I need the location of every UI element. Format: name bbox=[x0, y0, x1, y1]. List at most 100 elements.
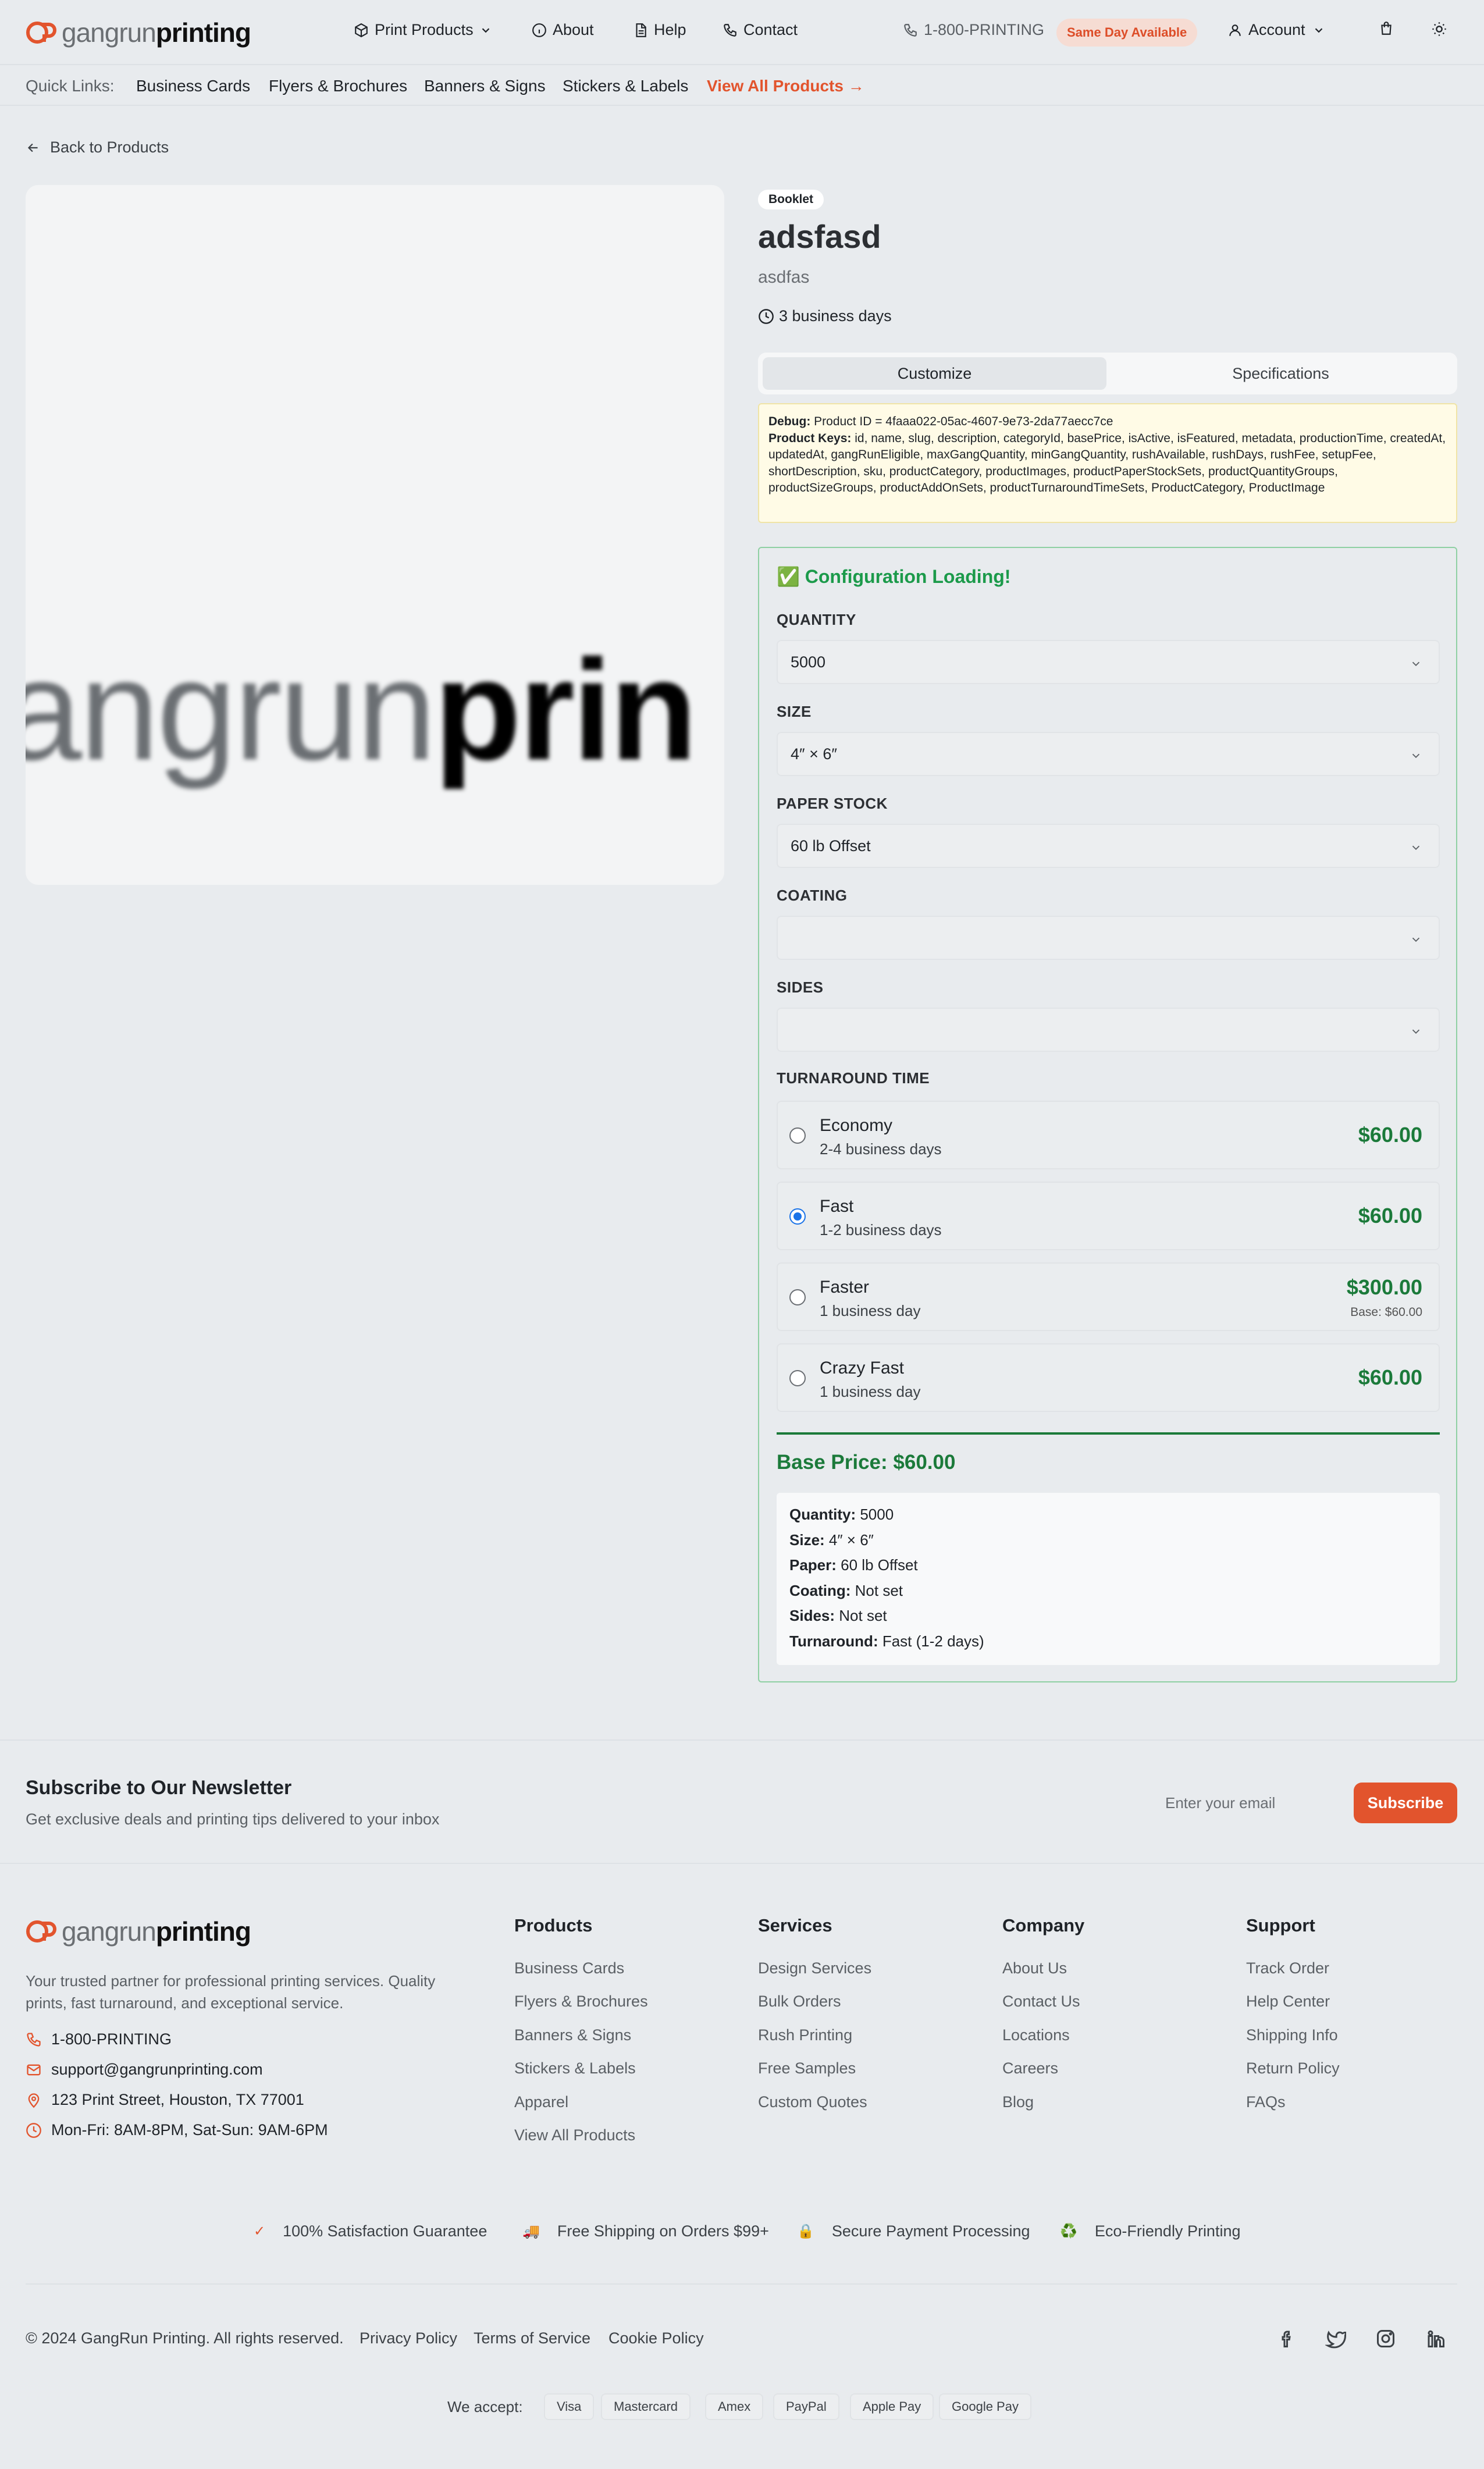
product-tabs: Customize Specifications bbox=[758, 353, 1457, 394]
footer-link[interactable]: Help Center bbox=[1246, 1993, 1330, 2011]
quantity-value: 5000 bbox=[791, 653, 826, 671]
linkedin-icon[interactable] bbox=[1425, 2328, 1446, 2349]
sides-label: SIDES bbox=[777, 979, 824, 996]
newsletter-email-input[interactable] bbox=[1155, 1783, 1348, 1823]
size-select[interactable]: 4″ × 6″ bbox=[777, 732, 1440, 776]
footer-link[interactable]: Rush Printing bbox=[758, 2026, 852, 2044]
footer-link[interactable]: Careers bbox=[1002, 2059, 1058, 2077]
footer-link[interactable]: Apparel bbox=[514, 2093, 568, 2111]
twitter-icon[interactable] bbox=[1325, 2328, 1346, 2349]
sun-icon bbox=[1432, 22, 1446, 36]
production-time-label: 3 business days bbox=[779, 307, 892, 325]
footer-link[interactable]: Free Samples bbox=[758, 2059, 856, 2077]
quantity-label: QUANTITY bbox=[777, 611, 856, 628]
footer-link[interactable]: Bulk Orders bbox=[758, 1993, 841, 2011]
footer-link[interactable]: Custom Quotes bbox=[758, 2093, 867, 2111]
turnaround-option-fast[interactable]: Fast 1-2 business days $60.00 bbox=[777, 1182, 1440, 1250]
instagram-icon[interactable] bbox=[1375, 2328, 1396, 2349]
footer-link[interactable]: View All Products bbox=[514, 2126, 635, 2144]
cart-button[interactable] bbox=[1379, 21, 1400, 36]
header-phone[interactable]: 1-800-PRINTING bbox=[903, 21, 1044, 39]
coating-select[interactable] bbox=[777, 916, 1440, 960]
option-price: $300.00 bbox=[1346, 1275, 1422, 1299]
logo-text-light: gangrun bbox=[62, 1916, 156, 1947]
footer-address: 123 Print Street, Houston, TX 77001 bbox=[26, 2091, 304, 2109]
radio-button-selected[interactable] bbox=[789, 1208, 806, 1225]
debug-product-id: Product ID = 4faaa022-05ac-4607-9e73-2da… bbox=[814, 415, 1113, 428]
footer-link[interactable]: Contact Us bbox=[1002, 1993, 1080, 2011]
chevron-down-icon bbox=[1315, 27, 1322, 33]
account-menu[interactable]: Account bbox=[1227, 21, 1331, 39]
theme-toggle[interactable] bbox=[1431, 21, 1453, 37]
quick-link[interactable]: Flyers & Brochures bbox=[269, 77, 407, 95]
quick-link[interactable]: Stickers & Labels bbox=[563, 77, 688, 95]
quick-link[interactable]: Business Cards bbox=[136, 77, 250, 95]
facebook-icon[interactable] bbox=[1276, 2328, 1297, 2349]
footer-link[interactable]: Stickers & Labels bbox=[514, 2059, 636, 2077]
turnaround-option-faster[interactable]: Faster 1 business day $300.00 Base: $60.… bbox=[777, 1262, 1440, 1331]
footer-link[interactable]: Business Cards bbox=[514, 1959, 624, 1977]
option-price: $60.00 bbox=[1358, 1123, 1422, 1147]
back-link-label: Back to Products bbox=[50, 138, 169, 156]
turnaround-option-economy[interactable]: Economy 2-4 business days $60.00 bbox=[777, 1101, 1440, 1169]
product-image-logo-text: angrunprin bbox=[26, 630, 697, 790]
turnaround-option-crazy-fast[interactable]: Crazy Fast 1 business day $60.00 bbox=[777, 1343, 1440, 1412]
nav-help[interactable]: Help bbox=[633, 21, 686, 39]
same-day-badge: Same Day Available bbox=[1056, 19, 1198, 47]
footer-email[interactable]: support@gangrunprinting.com bbox=[26, 2061, 263, 2079]
terms-of-service-link[interactable]: Terms of Service bbox=[474, 2329, 590, 2347]
radio-button[interactable] bbox=[789, 1127, 806, 1144]
logo-mark-icon bbox=[26, 1920, 56, 1943]
nav-print-products[interactable]: Print Products bbox=[354, 21, 498, 39]
footer-link[interactable]: Shipping Info bbox=[1246, 2026, 1338, 2044]
cookie-policy-link[interactable]: Cookie Policy bbox=[608, 2329, 704, 2347]
phone-icon bbox=[27, 2032, 41, 2047]
chevron-down-icon bbox=[1412, 661, 1420, 667]
payment-badge: Google Pay bbox=[939, 2393, 1031, 2420]
footer-logo[interactable]: gangrunprinting bbox=[26, 1917, 251, 1945]
footer-link[interactable]: Track Order bbox=[1246, 1959, 1329, 1977]
radio-button[interactable] bbox=[789, 1370, 806, 1386]
chevron-down-icon bbox=[1412, 845, 1420, 851]
footer-link[interactable]: About Us bbox=[1002, 1959, 1067, 1977]
footer-link[interactable]: Flyers & Brochures bbox=[514, 1993, 648, 2011]
footer-link[interactable]: Banners & Signs bbox=[514, 2026, 631, 2044]
summary-row: Turnaround: Fast (1-2 days) bbox=[789, 1632, 984, 1650]
chevron-down-icon bbox=[482, 27, 489, 33]
footer-link[interactable]: Locations bbox=[1002, 2026, 1070, 2044]
privacy-policy-link[interactable]: Privacy Policy bbox=[360, 2329, 457, 2347]
tab-specifications[interactable]: Specifications bbox=[1109, 357, 1453, 390]
nav-about-label: About bbox=[553, 21, 594, 38]
quantity-select[interactable]: 5000 bbox=[777, 640, 1440, 684]
footer-divider bbox=[26, 2283, 1457, 2285]
box-icon bbox=[355, 23, 368, 37]
phone-icon bbox=[904, 23, 917, 37]
tab-customize[interactable]: Customize bbox=[763, 357, 1106, 390]
summary-row: Coating: Not set bbox=[789, 1581, 903, 1599]
quick-link[interactable]: Banners & Signs bbox=[424, 77, 546, 95]
sides-select[interactable] bbox=[777, 1008, 1440, 1052]
option-price: $60.00 bbox=[1358, 1365, 1422, 1389]
logo-mark-icon bbox=[26, 22, 56, 44]
option-name: Economy bbox=[820, 1116, 893, 1135]
nav-contact[interactable]: Contact bbox=[723, 21, 798, 39]
footer-description: Your trusted partner for professional pr… bbox=[26, 1972, 436, 2012]
footer-phone[interactable]: 1-800-PRINTING bbox=[26, 2030, 172, 2048]
footer-link[interactable]: Blog bbox=[1002, 2093, 1034, 2111]
footer-link[interactable]: FAQs bbox=[1246, 2093, 1286, 2111]
arrow-left-icon bbox=[27, 143, 38, 152]
footer-link[interactable]: Design Services bbox=[758, 1959, 871, 1977]
site-logo[interactable]: gangrunprinting bbox=[26, 19, 251, 47]
category-badge: Booklet bbox=[758, 190, 824, 209]
quick-link-view-all[interactable]: View All Products → bbox=[707, 77, 864, 95]
nav-about[interactable]: About bbox=[532, 21, 594, 39]
summary-row: Paper: 60 lb Offset bbox=[789, 1556, 918, 1574]
radio-button[interactable] bbox=[789, 1289, 806, 1305]
newsletter-subtitle: Get exclusive deals and printing tips de… bbox=[26, 1810, 440, 1828]
subscribe-button[interactable]: Subscribe bbox=[1354, 1783, 1457, 1823]
footer-link[interactable]: Return Policy bbox=[1246, 2059, 1340, 2077]
paper-stock-select[interactable]: 60 lb Offset bbox=[777, 824, 1440, 868]
back-to-products-link[interactable]: Back to Products bbox=[26, 138, 169, 156]
info-icon bbox=[532, 23, 546, 37]
footer-col-title: Company bbox=[1002, 1915, 1085, 1936]
